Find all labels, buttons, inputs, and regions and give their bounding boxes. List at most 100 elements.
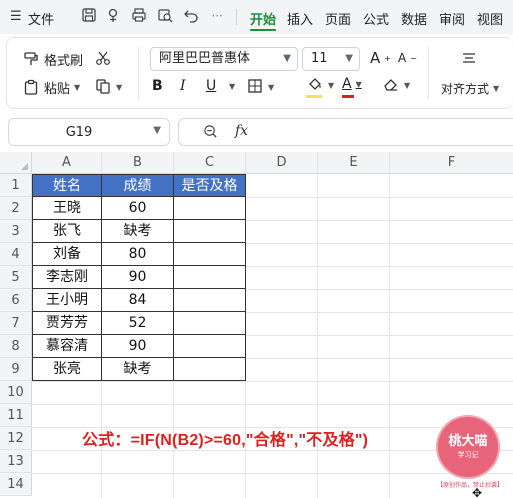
tab-view[interactable]: 视图	[477, 9, 503, 28]
zoom-icon[interactable]	[203, 124, 218, 143]
hamburger-menu-icon[interactable]: ☰	[10, 9, 22, 24]
alignment-menu-button[interactable]: 对齐方式 ▼	[441, 80, 499, 97]
paste-button[interactable]: 粘贴 ▼	[22, 78, 80, 97]
table-cell[interactable]	[174, 243, 246, 266]
table-cell[interactable]: 缺考	[102, 220, 174, 243]
table-cell[interactable]: 52	[102, 312, 174, 335]
table-cell[interactable]	[174, 335, 246, 358]
column-header-b[interactable]: B	[102, 152, 174, 174]
chevron-down-icon[interactable]: ▼	[153, 125, 161, 136]
table-cell[interactable]	[174, 312, 246, 335]
font-name-select[interactable]: 阿里巴巴普惠体 ▼	[150, 47, 298, 71]
table-header-cell[interactable]: 姓名	[32, 174, 102, 197]
fill-color-button[interactable]: ▼	[306, 76, 334, 94]
table-cell[interactable]	[174, 220, 246, 243]
row-header-14[interactable]: 14	[0, 473, 32, 496]
active-tab-indicator	[250, 29, 276, 31]
fill-color-swatch	[306, 95, 322, 98]
row-header-5[interactable]: 5	[0, 266, 32, 289]
table-cell[interactable]: 刘备	[32, 243, 102, 266]
table-cell[interactable]: 李志刚	[32, 266, 102, 289]
font-color-button[interactable]: A ▼	[342, 76, 362, 92]
borders-button[interactable]: ▼	[246, 78, 274, 96]
tab-data[interactable]: 数据	[401, 9, 427, 28]
row-header-9[interactable]: 9	[0, 358, 32, 381]
underline-button[interactable]: U	[206, 78, 216, 94]
chevron-down-icon: ▼	[283, 53, 291, 64]
format-painter-button[interactable]: 格式刷	[22, 50, 83, 69]
copy-dropdown-icon[interactable]: ▼	[116, 83, 122, 92]
table-cell[interactable]: 缺考	[102, 358, 174, 381]
row-header-12[interactable]: 12	[0, 427, 32, 450]
row-header-7[interactable]: 7	[0, 312, 32, 335]
more-quick-actions-icon[interactable]: ⋯	[208, 7, 226, 25]
print-preview-icon[interactable]	[156, 7, 174, 25]
italic-button[interactable]: I	[180, 78, 186, 94]
table-cell[interactable]	[174, 197, 246, 220]
fx-icon[interactable]: fx	[235, 123, 248, 139]
row-header-11[interactable]: 11	[0, 404, 32, 427]
align-icon[interactable]	[461, 50, 477, 66]
table-cell[interactable]: 张飞	[32, 220, 102, 243]
column-header-e[interactable]: E	[318, 152, 390, 174]
print-icon[interactable]	[130, 7, 148, 25]
paste-label: 粘贴	[44, 82, 71, 97]
borders-icon	[246, 78, 264, 96]
table-header-cell[interactable]: 成绩	[102, 174, 174, 197]
undo-icon[interactable]	[182, 7, 200, 25]
format-painter-icon	[22, 51, 40, 69]
save-icon[interactable]	[80, 7, 98, 25]
copy-button[interactable]: ▼	[94, 78, 122, 96]
tab-home[interactable]: 开始	[250, 9, 276, 28]
tab-review[interactable]: 审阅	[439, 9, 465, 28]
table-cell[interactable]: 90	[102, 266, 174, 289]
select-all-button[interactable]	[0, 152, 32, 174]
column-header-d[interactable]: D	[246, 152, 318, 174]
bold-button[interactable]: B	[152, 78, 163, 94]
table-cell[interactable]	[174, 289, 246, 312]
cut-button[interactable]	[94, 50, 112, 68]
row-header-13[interactable]: 13	[0, 450, 32, 473]
grow-font-button[interactable]: A +	[370, 49, 391, 67]
row-header-10[interactable]: 10	[0, 381, 32, 404]
eraser-icon	[382, 76, 400, 94]
row-header-3[interactable]: 3	[0, 220, 32, 243]
column-header-a[interactable]: A	[32, 152, 102, 174]
underline-dropdown[interactable]: ▼	[229, 82, 235, 91]
row-header-4[interactable]: 4	[0, 243, 32, 266]
alignment-label: 对齐方式	[441, 82, 490, 96]
table-cell[interactable]: 王晓	[32, 197, 102, 220]
table-cell[interactable]: 慕容清	[32, 335, 102, 358]
table-cell[interactable]: 60	[102, 197, 174, 220]
shrink-font-button[interactable]: A −	[398, 51, 417, 65]
tab-formulas[interactable]: 公式	[363, 9, 389, 28]
tab-insert[interactable]: 插入	[287, 9, 313, 28]
clear-format-button[interactable]: ▼	[382, 76, 410, 94]
table-cell[interactable]: 84	[102, 289, 174, 312]
scissors-icon	[94, 50, 112, 68]
table-cell[interactable]: 90	[102, 335, 174, 358]
paste-dropdown-icon[interactable]: ▼	[74, 83, 80, 92]
column-header-c[interactable]: C	[174, 152, 246, 174]
row-header-6[interactable]: 6	[0, 289, 32, 312]
font-color-icon: A	[342, 76, 352, 92]
grow-font-icon: A	[370, 49, 381, 67]
row-header-1[interactable]: 1	[0, 174, 32, 197]
row-header-8[interactable]: 8	[0, 335, 32, 358]
tab-page[interactable]: 页面	[325, 9, 351, 28]
row-header-2[interactable]: 2	[0, 197, 32, 220]
table-cell[interactable]: 80	[102, 243, 174, 266]
table-header-cell[interactable]: 是否及格	[174, 174, 246, 197]
name-box[interactable]: G19 ▼	[8, 118, 170, 146]
table-cell[interactable]: 王小明	[32, 289, 102, 312]
underline-icon: U	[206, 78, 217, 94]
table-cell[interactable]: 贾芳芳	[32, 312, 102, 335]
font-size-select[interactable]: 11 ▼	[302, 47, 360, 71]
table-cell[interactable]: 张亮	[32, 358, 102, 381]
formula-bar[interactable]: fx	[178, 118, 513, 146]
export-pdf-icon[interactable]	[105, 7, 123, 25]
file-menu[interactable]: 文件	[28, 9, 54, 28]
column-header-f[interactable]: F	[390, 152, 513, 174]
table-cell[interactable]	[174, 358, 246, 381]
table-cell[interactable]	[174, 266, 246, 289]
